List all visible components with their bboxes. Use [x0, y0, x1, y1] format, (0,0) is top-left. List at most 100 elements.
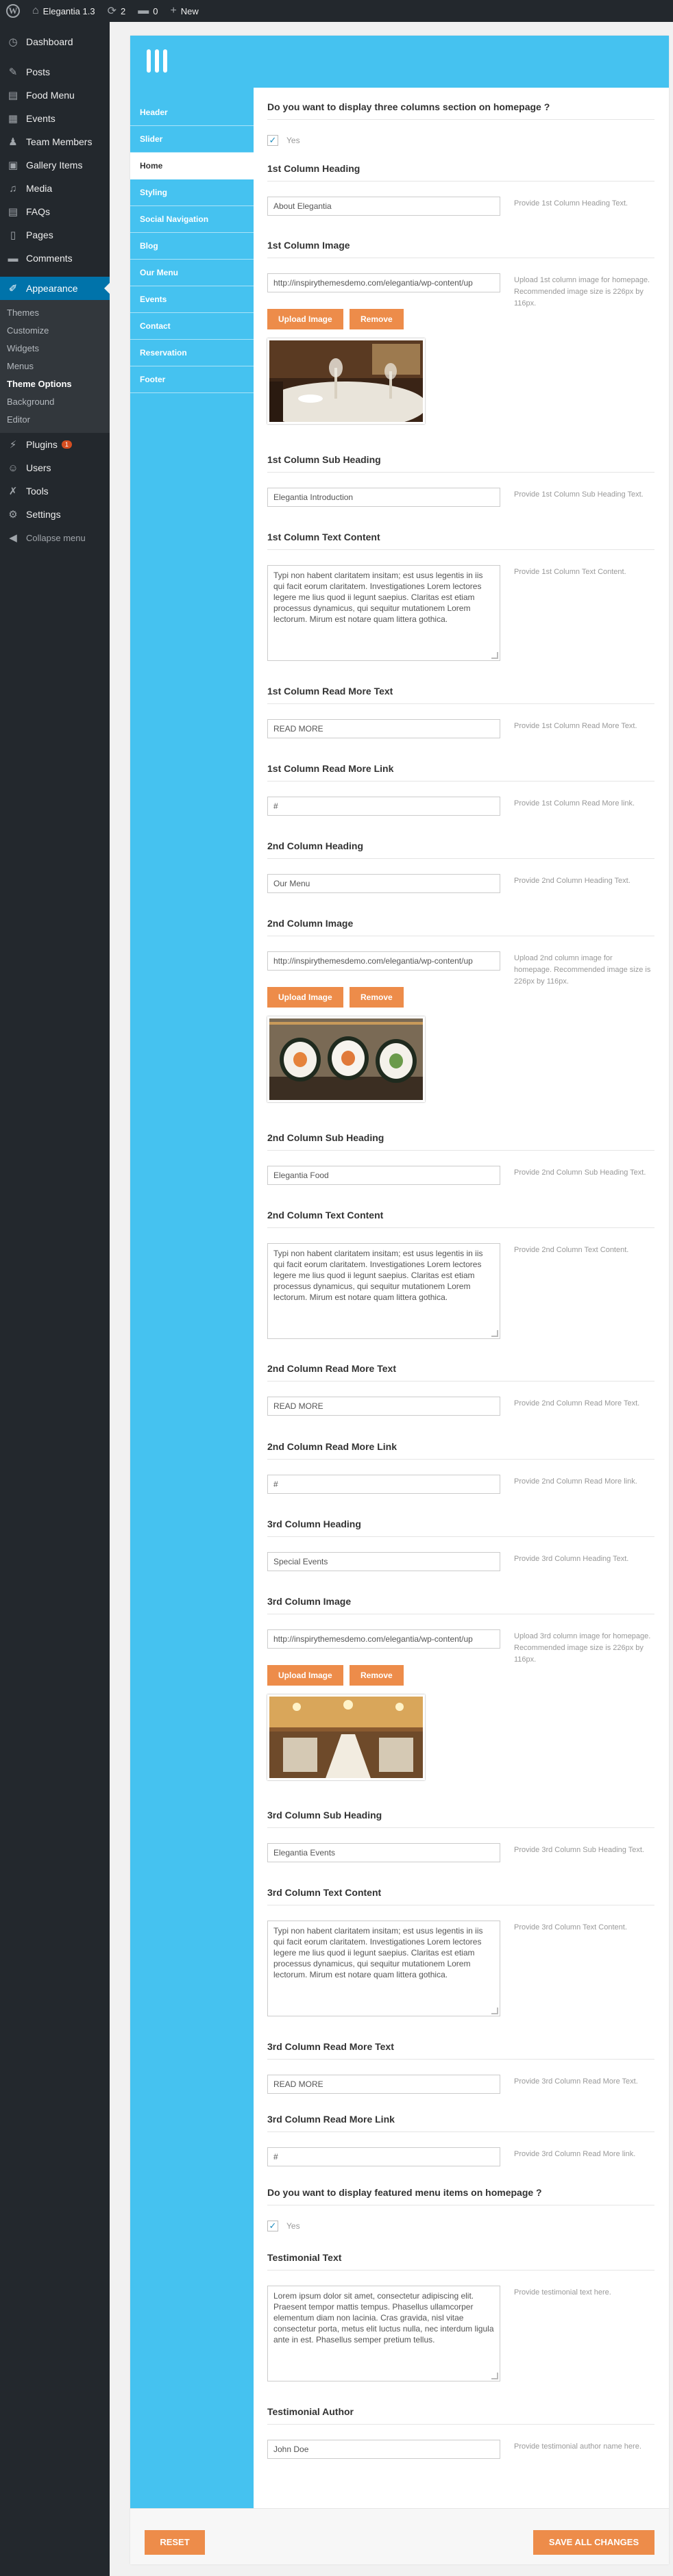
menu-tools[interactable]: ✗ Tools	[0, 479, 110, 503]
col3-read-more-text-input[interactable]: READ MORE	[267, 2075, 500, 2094]
menu-label: Settings	[26, 509, 61, 520]
col1-text-textarea[interactable]: Typi non habent claritatem insitam; est …	[267, 565, 500, 661]
testimonial-text-textarea[interactable]: Lorem ipsum dolor sit amet, consectetur …	[267, 2286, 500, 2381]
submenu-themes[interactable]: Themes	[0, 304, 110, 322]
checkbox-label: Yes	[286, 2221, 300, 2231]
menu-gallery-items[interactable]: ▣ Gallery Items	[0, 153, 110, 177]
tab-blog[interactable]: Blog	[130, 233, 254, 260]
panel-footer: RESET SAVE ALL CHANGES	[130, 2508, 669, 2564]
comment-icon: ▬	[8, 252, 19, 264]
tab-our-menu[interactable]: Our Menu	[130, 260, 254, 286]
media-icon: ♫	[9, 182, 17, 195]
col1-image-url-input[interactable]: http://inspirythemesdemo.com/elegantia/w…	[267, 273, 500, 292]
menu-label: Collapse menu	[26, 532, 86, 543]
tab-reservation[interactable]: Reservation	[130, 340, 254, 366]
menu-dashboard[interactable]: ◷ Dashboard	[0, 30, 110, 53]
field-title: 3rd Column Read More Link	[267, 2114, 654, 2132]
menu-faqs[interactable]: ▤ FAQs	[0, 200, 110, 223]
tab-contact[interactable]: Contact	[130, 313, 254, 340]
col2-remove-image-button[interactable]: Remove	[350, 987, 404, 1008]
col3-read-more-link-input[interactable]: #	[267, 2147, 500, 2166]
menu-comments[interactable]: ▬ Comments	[0, 247, 110, 270]
menu-label: Events	[26, 113, 56, 124]
help-text: Upload 3rd column image for homepage. Re…	[514, 1632, 651, 1664]
menu-label: Comments	[26, 253, 73, 264]
col2-read-more-text-input[interactable]: READ MORE	[267, 1397, 500, 1416]
submenu-background[interactable]: Background	[0, 393, 110, 411]
menu-posts[interactable]: ✎ Posts	[0, 60, 110, 84]
col3-image-url-input[interactable]: http://inspirythemesdemo.com/elegantia/w…	[267, 1629, 500, 1649]
reset-button[interactable]: RESET	[145, 2530, 205, 2555]
col1-read-more-text-input[interactable]: READ MORE	[267, 719, 500, 738]
tab-home[interactable]: Home	[130, 153, 254, 179]
event-hall-photo	[269, 1697, 423, 1778]
wp-logo-menu[interactable]: W	[0, 0, 26, 22]
plugins-update-badge: 1	[61, 440, 72, 449]
tab-footer[interactable]: Footer	[130, 366, 254, 393]
menu-media[interactable]: ♫ Media	[0, 177, 110, 200]
comments-menu[interactable]: ▬ 0	[132, 0, 164, 22]
col1-read-more-link-input[interactable]: #	[267, 797, 500, 816]
tab-events[interactable]: Events	[130, 286, 254, 313]
three-columns-checkbox[interactable]: ✓	[267, 135, 278, 146]
menu-food-menu[interactable]: ▤ Food Menu	[0, 84, 110, 107]
col1-sub-heading-input[interactable]: Elegantia Introduction	[267, 488, 500, 507]
field-title: 1st Column Heading	[267, 163, 654, 182]
col2-text-textarea[interactable]: Typi non habent claritatem insitam; est …	[267, 1243, 500, 1339]
save-all-changes-button[interactable]: SAVE ALL CHANGES	[533, 2530, 654, 2555]
menu-team-members[interactable]: ♟ Team Members	[0, 130, 110, 153]
plugin-icon: ⚡	[9, 439, 17, 451]
col2-image-url-input[interactable]: http://inspirythemesdemo.com/elegantia/w…	[267, 951, 500, 971]
tab-social-navigation[interactable]: Social Navigation	[130, 206, 254, 233]
wrench-icon: ✗	[8, 486, 18, 497]
submenu-editor[interactable]: Editor	[0, 411, 110, 429]
collapse-menu-button[interactable]: ◀ Collapse menu	[0, 526, 110, 549]
col1-upload-image-button[interactable]: Upload Image	[267, 309, 343, 329]
col2-upload-image-button[interactable]: Upload Image	[267, 987, 343, 1008]
col3-text-textarea[interactable]: Typi non habent claritatem insitam; est …	[267, 1921, 500, 2016]
calendar-icon: ▦	[8, 113, 19, 125]
site-name-menu[interactable]: ⌂ Elegantia 1.3	[26, 0, 101, 22]
menu-label: Posts	[26, 66, 51, 77]
updates-menu[interactable]: ⟳ 2	[101, 0, 132, 22]
menu-settings[interactable]: ⚙ Settings	[0, 503, 110, 526]
menu-pages[interactable]: ▯ Pages	[0, 223, 110, 247]
col2-heading-input[interactable]: Our Menu	[267, 874, 500, 893]
field-title: 2nd Column Text Content	[267, 1210, 654, 1228]
col2-sub-heading-input[interactable]: Elegantia Food	[267, 1166, 500, 1185]
help-text: Provide 3rd Column Heading Text.	[514, 1555, 629, 1563]
col3-sub-heading-input[interactable]: Elegantia Events	[267, 1843, 500, 1862]
tab-header[interactable]: Header	[130, 99, 254, 126]
col1-remove-image-button[interactable]: Remove	[350, 309, 404, 329]
help-text: Provide 2nd Column Heading Text.	[514, 877, 631, 885]
featured-menu-checkbox[interactable]: ✓	[267, 2221, 278, 2231]
new-label: New	[180, 5, 199, 16]
menu-plugins[interactable]: ⚡ Plugins 1	[0, 433, 110, 456]
col3-upload-image-button[interactable]: Upload Image	[267, 1665, 343, 1686]
submenu-customize[interactable]: Customize	[0, 322, 110, 340]
field-title: 3rd Column Text Content	[267, 1887, 654, 1905]
new-content-menu[interactable]: + New	[164, 0, 204, 22]
help-text: Provide 3rd Column Text Content.	[514, 1923, 627, 1931]
col3-heading-input[interactable]: Special Events	[267, 1552, 500, 1571]
submenu-widgets[interactable]: Widgets	[0, 340, 110, 358]
tab-styling[interactable]: Styling	[130, 179, 254, 206]
col1-image-preview	[267, 338, 425, 424]
field-featured-menu: Do you want to display featured menu ite…	[267, 2187, 654, 2231]
menu-users[interactable]: ☺ Users	[0, 456, 110, 479]
panel-header	[130, 36, 669, 88]
admin-menu: ◷ Dashboard ✎ Posts ▤ Food Menu ▦ Events ♟ Te…	[0, 22, 110, 2576]
menu-label: Appearance	[26, 283, 78, 294]
help-text: Provide 3rd Column Read More link.	[514, 2150, 636, 2158]
col2-read-more-link-input[interactable]: #	[267, 1475, 500, 1494]
submenu-menus[interactable]: Menus	[0, 358, 110, 375]
col1-heading-input[interactable]: About Elegantia	[267, 197, 500, 216]
submenu-theme-options[interactable]: Theme Options	[0, 375, 110, 393]
col3-remove-image-button[interactable]: Remove	[350, 1665, 404, 1686]
testimonial-author-input[interactable]: John Doe	[267, 2440, 500, 2459]
menu-events[interactable]: ▦ Events	[0, 107, 110, 130]
field-col3-image: 3rd Column Image http://inspirythemesdem…	[267, 1596, 654, 1780]
field-title: 3rd Column Sub Heading	[267, 1810, 654, 1828]
menu-appearance[interactable]: ✐ Appearance	[0, 277, 110, 300]
tab-slider[interactable]: Slider	[130, 126, 254, 153]
